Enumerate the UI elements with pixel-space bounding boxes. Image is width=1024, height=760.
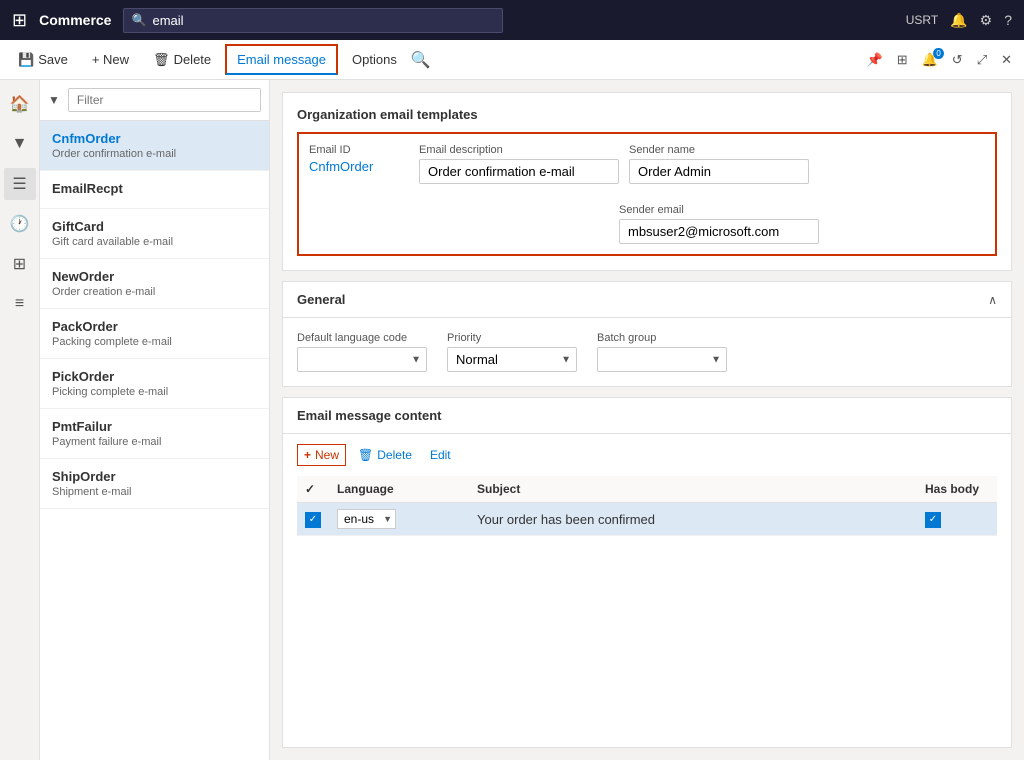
general-body: Default language code ▼ Priority Normal … xyxy=(283,318,1011,386)
table-row[interactable]: ✓ en-us ▼ Your xyxy=(297,503,997,536)
lang-select-wrapper: en-us ▼ xyxy=(337,509,396,529)
filter-input[interactable] xyxy=(68,88,261,112)
sender-name-input[interactable] xyxy=(629,159,809,184)
new-button[interactable]: + New xyxy=(82,46,139,73)
top-nav: ⊞ Commerce 🔍 USRT 🔔 ⚙ ? xyxy=(0,0,1024,40)
row-language-cell: en-us ▼ xyxy=(329,503,469,536)
default-lang-select[interactable] xyxy=(297,347,427,372)
sidebar-icons: 🏠 ▼ ☰ 🕐 ⊞ ≡ xyxy=(0,80,40,760)
priority-select-wrapper: Normal High Low ▼ xyxy=(447,347,577,372)
email-id-link[interactable]: CnfmOrder xyxy=(309,159,409,174)
sender-email-input[interactable] xyxy=(619,219,819,244)
org-templates-title: Organization email templates xyxy=(297,107,997,122)
sidebar-filter-icon[interactable]: ▼ xyxy=(4,128,36,160)
trash-icon: 🗑 xyxy=(358,448,373,462)
expand-icon[interactable]: ⤢ xyxy=(973,50,991,70)
list-item[interactable]: ShipOrder Shipment e-mail xyxy=(40,459,269,509)
filter-icon: ▼ xyxy=(48,93,60,107)
sidebar-grid-icon[interactable]: ⊞ xyxy=(4,248,36,280)
batch-group-group: Batch group ▼ xyxy=(597,332,727,372)
list-panel: ▼ CnfmOrder Order confirmation e-mail Em… xyxy=(40,80,270,760)
row-has-body-cell: ✓ xyxy=(917,503,997,536)
org-templates-card: Organization email templates Email ID Cn… xyxy=(282,92,1012,271)
pin-icon[interactable]: 📌 xyxy=(863,50,887,70)
general-section: General ∧ Default language code ▼ Priori… xyxy=(282,281,1012,387)
col-has-body: Has body xyxy=(917,476,997,503)
search-wrapper: 🔍 xyxy=(123,8,502,33)
email-desc-input[interactable] xyxy=(419,159,619,184)
list-item[interactable]: NewOrder Order creation e-mail xyxy=(40,259,269,309)
email-content-body: + New 🗑 Delete Edit ✓ xyxy=(283,434,1011,546)
sender-name-group: Sender name xyxy=(629,144,809,184)
email-id-group: Email ID CnfmOrder xyxy=(309,144,409,184)
sidebar-clock-icon[interactable]: 🕐 xyxy=(4,208,36,240)
language-select[interactable]: en-us xyxy=(337,509,396,529)
content-new-button[interactable]: + New xyxy=(297,444,346,466)
delete-icon: 🗑 xyxy=(153,52,170,68)
user-label: USRT xyxy=(906,13,938,27)
plus-icon: + xyxy=(304,448,311,462)
ms-icon[interactable]: ⊞ xyxy=(893,50,912,70)
has-body-checkbox[interactable]: ✓ xyxy=(925,512,941,528)
priority-select[interactable]: Normal High Low xyxy=(447,347,577,372)
batch-group-select[interactable] xyxy=(597,347,727,372)
refresh-icon[interactable]: ↺ xyxy=(948,50,967,70)
list-item[interactable]: PackOrder Packing complete e-mail xyxy=(40,309,269,359)
default-lang-select-wrapper: ▼ xyxy=(297,347,427,372)
apps-icon[interactable]: ⊞ xyxy=(12,10,27,31)
priority-group: Priority Normal High Low ▼ xyxy=(447,332,577,372)
col-check: ✓ xyxy=(297,476,329,503)
list-items: CnfmOrder Order confirmation e-mail Emai… xyxy=(40,121,269,760)
app-title: Commerce xyxy=(39,12,111,28)
row-check-cell: ✓ xyxy=(297,503,329,536)
email-content-table: ✓ Language Subject Has body xyxy=(297,476,997,536)
row-subject-cell: Your order has been confirmed xyxy=(469,503,917,536)
general-header[interactable]: General ∧ xyxy=(283,282,1011,318)
command-bar: 💾 Save + New 🗑 Delete Email message Opti… xyxy=(0,40,1024,80)
content-toolbar: + New 🗑 Delete Edit xyxy=(297,444,997,466)
list-filter-bar: ▼ xyxy=(40,80,269,121)
email-content-section: Email message content + New 🗑 Delete Edi… xyxy=(282,397,1012,748)
save-icon: 💾 xyxy=(18,52,34,68)
content-area: Organization email templates Email ID Cn… xyxy=(270,80,1024,760)
help-icon[interactable]: ? xyxy=(1004,12,1012,28)
settings-icon[interactable]: ⚙ xyxy=(980,12,993,29)
list-item[interactable]: EmailRecpt xyxy=(40,171,269,209)
email-message-tab[interactable]: Email message xyxy=(225,44,338,75)
row-checkbox[interactable]: ✓ xyxy=(305,512,321,528)
template-form: Email ID CnfmOrder Email description Sen… xyxy=(297,132,997,256)
list-item[interactable]: GiftCard Gift card available e-mail xyxy=(40,209,269,259)
list-item[interactable]: PickOrder Picking complete e-mail xyxy=(40,359,269,409)
list-item[interactable]: PmtFailur Payment failure e-mail xyxy=(40,409,269,459)
sidebar-home-icon[interactable]: 🏠 xyxy=(4,88,36,120)
notif-icon[interactable]: 🔔0 xyxy=(918,50,942,70)
sidebar-menu-icon[interactable]: ≡ xyxy=(4,288,36,320)
close-icon[interactable]: ✕ xyxy=(997,50,1016,70)
email-content-header: Email message content xyxy=(283,398,1011,434)
email-desc-group: Email description xyxy=(419,144,619,184)
list-item[interactable]: CnfmOrder Order confirmation e-mail xyxy=(40,121,269,171)
batch-group-select-wrapper: ▼ xyxy=(597,347,727,372)
window-controls: 📌 ⊞ 🔔0 ↺ ⤢ ✕ xyxy=(863,50,1017,70)
col-subject: Subject xyxy=(469,476,917,503)
save-button[interactable]: 💾 Save xyxy=(8,46,78,74)
search-icon: 🔍 xyxy=(131,13,146,27)
delete-button[interactable]: 🗑 Delete xyxy=(143,46,221,74)
content-delete-button[interactable]: 🗑 Delete xyxy=(352,445,418,465)
collapse-icon: ∧ xyxy=(988,293,997,307)
sender-email-group: Sender email xyxy=(619,204,819,244)
bell-icon[interactable]: 🔔 xyxy=(950,12,967,29)
default-lang-group: Default language code ▼ xyxy=(297,332,427,372)
options-button[interactable]: Options xyxy=(342,46,407,73)
col-language: Language xyxy=(329,476,469,503)
search-input[interactable] xyxy=(123,8,502,33)
main-layout: 🏠 ▼ ☰ 🕐 ⊞ ≡ ▼ CnfmOrder Order confirmati… xyxy=(0,80,1024,760)
sidebar-list-icon[interactable]: ☰ xyxy=(4,168,36,200)
content-edit-button[interactable]: Edit xyxy=(424,445,457,465)
search-cmd-icon[interactable]: 🔍 xyxy=(411,50,431,70)
